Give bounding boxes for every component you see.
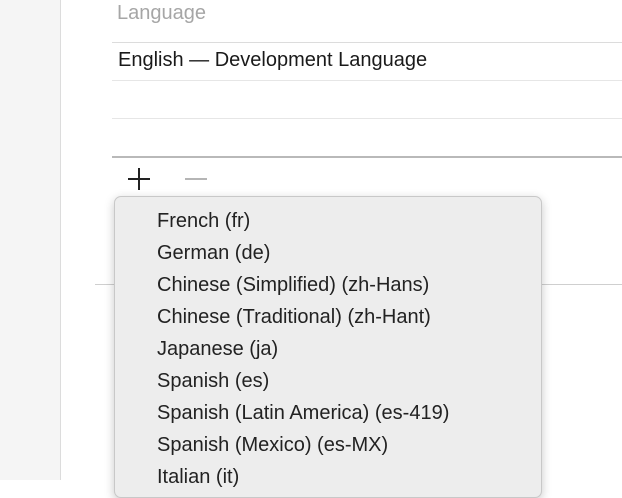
localization-row[interactable]: English — Development Language bbox=[112, 43, 622, 81]
localization-row-empty[interactable] bbox=[112, 81, 622, 119]
menu-item-spanish-mexico[interactable]: Spanish (Mexico) (es-MX) bbox=[115, 429, 541, 461]
menu-item-french[interactable]: French (fr) bbox=[115, 205, 541, 237]
localization-row-empty[interactable] bbox=[112, 119, 622, 158]
minus-icon bbox=[185, 178, 207, 180]
menu-item-spanish[interactable]: Spanish (es) bbox=[115, 365, 541, 397]
menu-item-chinese-simplified[interactable]: Chinese (Simplified) (zh-Hans) bbox=[115, 269, 541, 301]
add-localization-button[interactable] bbox=[124, 164, 154, 194]
localization-row-label: English — Development Language bbox=[118, 49, 428, 71]
remove-localization-button[interactable] bbox=[181, 164, 211, 194]
language-menu-list: French (fr) German (de) Chinese (Simplif… bbox=[115, 205, 541, 493]
plus-icon bbox=[128, 168, 150, 190]
menu-item-german[interactable]: German (de) bbox=[115, 237, 541, 269]
menu-item-chinese-traditional[interactable]: Chinese (Traditional) (zh-Hant) bbox=[115, 301, 541, 333]
menu-item-japanese[interactable]: Japanese (ja) bbox=[115, 333, 541, 365]
menu-item-italian[interactable]: Italian (it) bbox=[115, 461, 541, 493]
language-popup-menu: French (fr) German (de) Chinese (Simplif… bbox=[114, 196, 542, 498]
left-gutter bbox=[0, 0, 61, 480]
menu-item-spanish-latin-america[interactable]: Spanish (Latin America) (es-419) bbox=[115, 397, 541, 429]
language-column-header[interactable]: Language bbox=[117, 0, 206, 26]
